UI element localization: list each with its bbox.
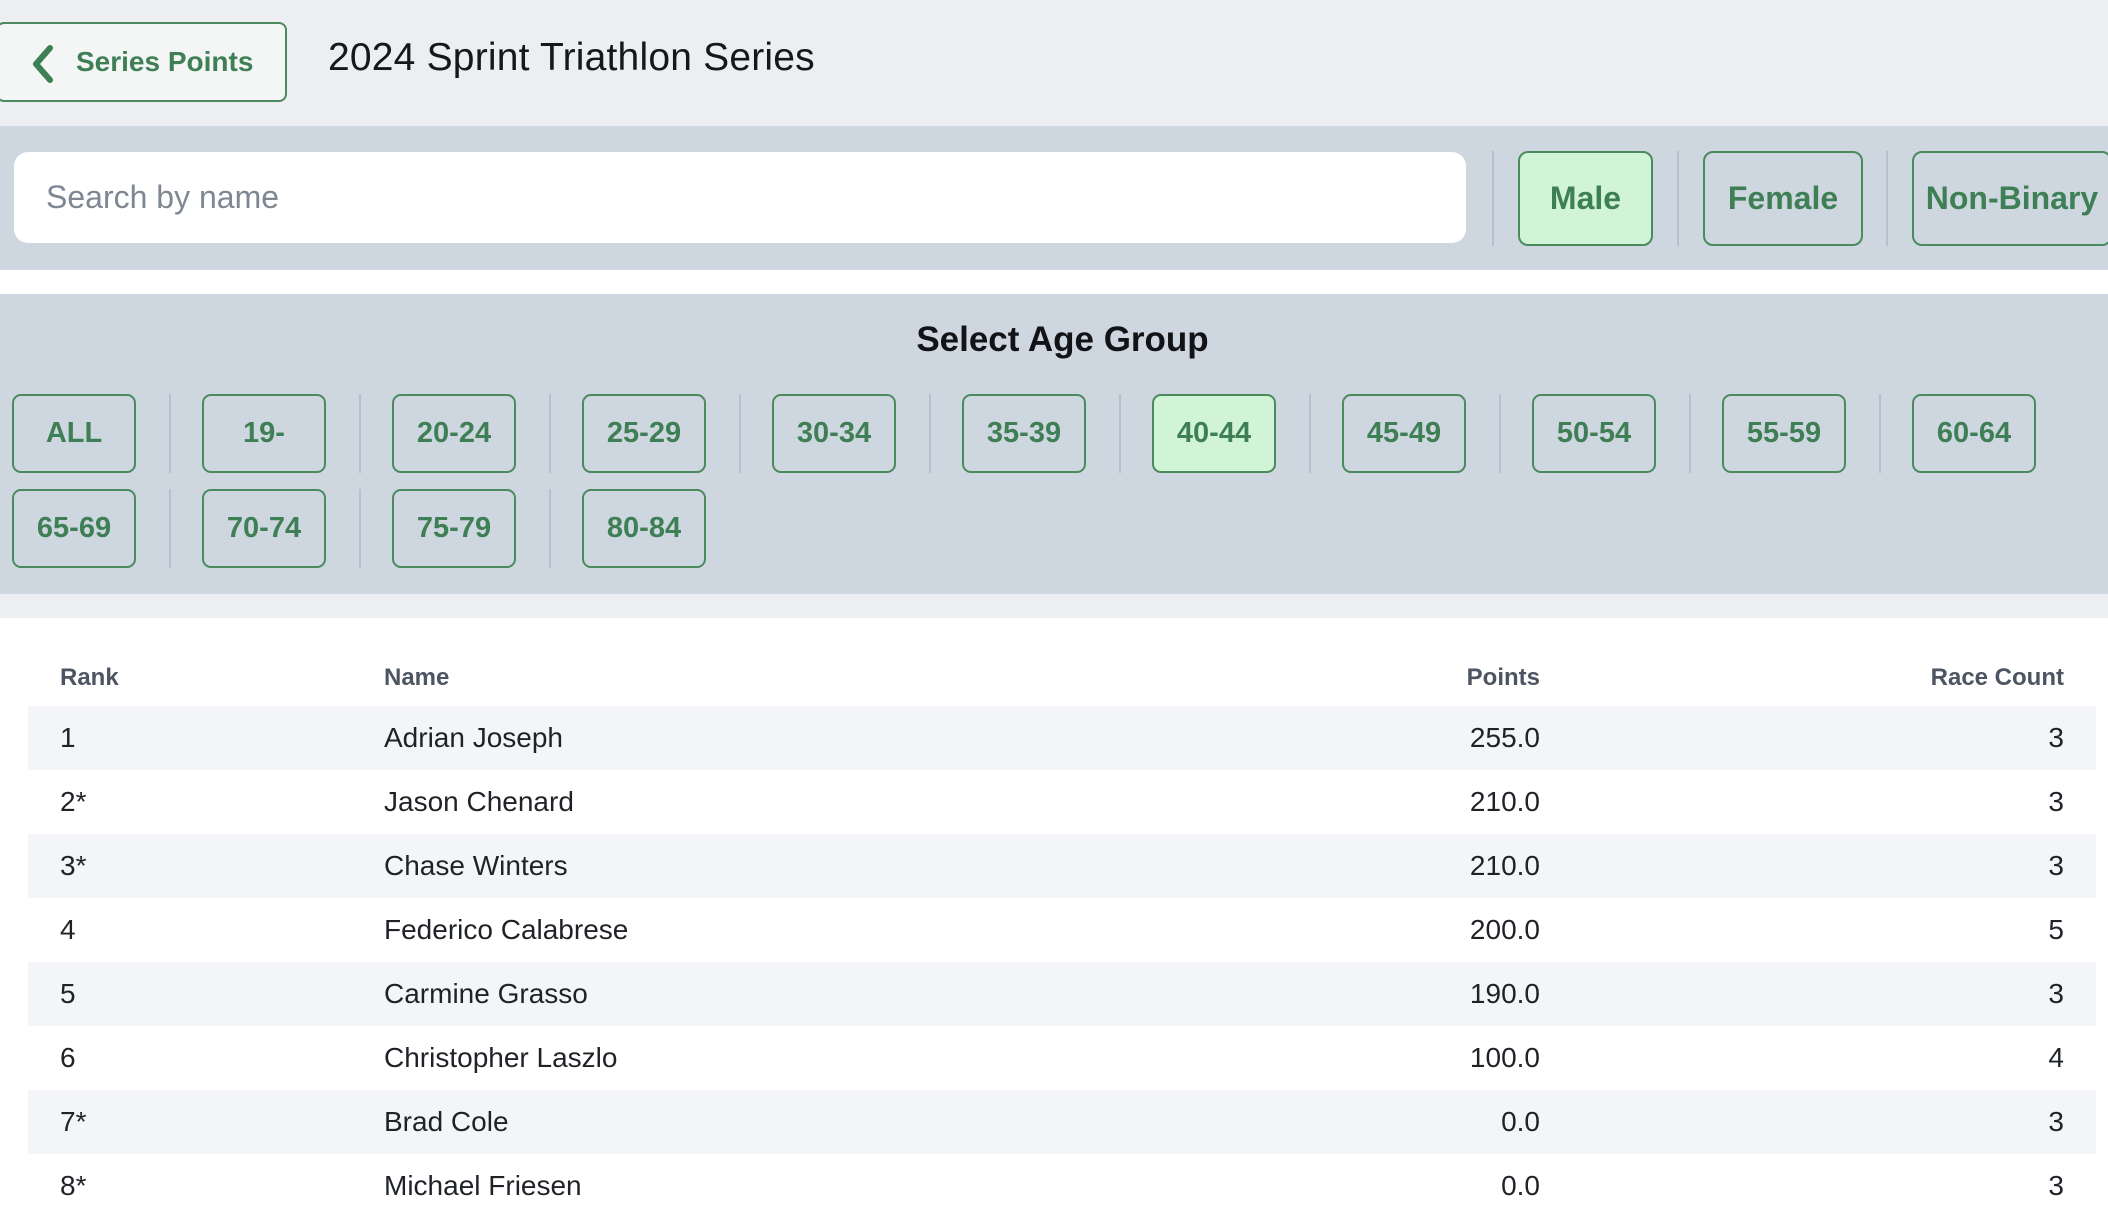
rank-cell: 2* xyxy=(60,786,87,817)
age-group-button[interactable]: 75-79 xyxy=(392,489,516,568)
divider xyxy=(1309,394,1311,473)
divider xyxy=(1886,151,1888,246)
gender-filter-non-binary[interactable]: Non-Binary xyxy=(1912,151,2108,246)
age-group-button[interactable]: ALL xyxy=(12,394,136,473)
table-row[interactable]: 4 Federico Calabrese 200.0 5 xyxy=(28,898,2096,962)
age-group-button[interactable]: 20-24 xyxy=(392,394,516,473)
gender-filter-female[interactable]: Female xyxy=(1703,151,1863,246)
divider xyxy=(1499,394,1501,473)
name-cell: Federico Calabrese xyxy=(384,914,629,945)
standings-table: Rank Name Points Race Count 1 Adrian Jose… xyxy=(28,650,2096,1216)
column-header-rank: Rank xyxy=(60,664,119,691)
points-cell: 200.0 xyxy=(1469,914,1540,945)
points-cell: 255.0 xyxy=(1469,722,1540,753)
race-count-cell: 3 xyxy=(2048,1170,2064,1201)
gender-filter-male[interactable]: Male xyxy=(1518,151,1653,246)
age-group-button[interactable]: 25-29 xyxy=(582,394,706,473)
table-row[interactable]: 2* Jason Chenard 210.0 3 xyxy=(28,770,2096,834)
filter-bar: Male Female Non-Binary xyxy=(0,126,2108,270)
age-group-button[interactable]: 35-39 xyxy=(962,394,1086,473)
table-header: Rank Name Points Race Count xyxy=(28,650,2096,706)
points-cell: 0.0 xyxy=(1501,1106,1540,1137)
table-row[interactable]: 5 Carmine Grasso 190.0 3 xyxy=(28,962,2096,1026)
name-cell: Brad Cole xyxy=(384,1106,509,1137)
age-group-button[interactable]: 60-64 xyxy=(1912,394,2036,473)
age-group-button[interactable]: 50-54 xyxy=(1532,394,1656,473)
table-row[interactable]: 8* Michael Friesen 0.0 3 xyxy=(28,1154,2096,1216)
divider xyxy=(359,489,361,568)
divider xyxy=(1677,151,1679,246)
points-cell: 190.0 xyxy=(1469,978,1540,1009)
rank-cell: 3* xyxy=(60,850,87,881)
race-count-cell: 3 xyxy=(2048,850,2064,881)
age-group-button[interactable]: 19- xyxy=(202,394,326,473)
divider xyxy=(549,394,551,473)
header-bar: Series Points 2024 Sprint Triathlon Seri… xyxy=(0,0,2108,126)
divider xyxy=(169,489,171,568)
age-group-heading: Select Age Group xyxy=(916,320,1209,359)
age-group-button[interactable]: 40-44 xyxy=(1152,394,1276,473)
name-cell: Chase Winters xyxy=(384,850,568,881)
divider xyxy=(929,394,931,473)
rank-cell: 8* xyxy=(60,1170,87,1201)
points-cell: 210.0 xyxy=(1469,786,1540,817)
age-group-button[interactable]: 45-49 xyxy=(1342,394,1466,473)
age-group-button[interactable]: 55-59 xyxy=(1722,394,1846,473)
divider xyxy=(1492,151,1494,246)
name-cell: Adrian Joseph xyxy=(384,722,564,753)
divider xyxy=(169,394,171,473)
divider xyxy=(1689,394,1691,473)
chevron-left-icon xyxy=(33,45,53,83)
age-group-section: Select Age Group ALL 19- 20-24 25-29 30-34 35… xyxy=(0,294,2108,594)
race-count-cell: 3 xyxy=(2048,722,2064,753)
column-header-race-count: Race Count xyxy=(1930,664,2064,691)
points-cell: 100.0 xyxy=(1469,1042,1540,1073)
divider xyxy=(549,489,551,568)
name-cell: Carmine Grasso xyxy=(384,978,588,1009)
divider xyxy=(1879,394,1881,473)
table-row[interactable]: 1 Adrian Joseph 255.0 3 xyxy=(28,706,2096,770)
table-row[interactable]: 3* Chase Winters 210.0 3 xyxy=(28,834,2096,898)
name-cell: Christopher Laszlo xyxy=(384,1042,618,1073)
divider xyxy=(739,394,741,473)
name-cell: Michael Friesen xyxy=(384,1170,582,1201)
race-count-cell: 4 xyxy=(2048,1042,2064,1073)
points-cell: 210.0 xyxy=(1469,850,1540,881)
rank-cell: 7* xyxy=(60,1106,87,1137)
column-header-name: Name xyxy=(384,664,450,691)
age-group-button[interactable]: 65-69 xyxy=(12,489,136,568)
back-button[interactable]: Series Points xyxy=(0,22,287,102)
table-row[interactable]: 7* Brad Cole 0.0 3 xyxy=(28,1090,2096,1154)
rank-cell: 1 xyxy=(60,722,76,753)
back-button-label: Series Points xyxy=(76,46,254,77)
race-count-cell: 3 xyxy=(2048,786,2064,817)
points-cell: 0.0 xyxy=(1501,1170,1540,1201)
search-input[interactable] xyxy=(14,152,1466,243)
age-group-button[interactable]: 80-84 xyxy=(582,489,706,568)
rank-cell: 4 xyxy=(60,914,76,945)
age-group-button[interactable]: 70-74 xyxy=(202,489,326,568)
page-title: 2024 Sprint Triathlon Series xyxy=(328,36,815,79)
age-group-button[interactable]: 30-34 xyxy=(772,394,896,473)
race-count-cell: 3 xyxy=(2048,1106,2064,1137)
section-divider xyxy=(0,594,2108,618)
race-count-cell: 3 xyxy=(2048,978,2064,1009)
rank-cell: 5 xyxy=(60,978,76,1009)
name-cell: Jason Chenard xyxy=(384,786,574,817)
column-header-points: Points xyxy=(1466,664,1540,691)
table-body: 1 Adrian Joseph 255.0 3 2* Jason Chenard 210.0… xyxy=(28,706,2096,1216)
divider xyxy=(359,394,361,473)
race-count-cell: 5 xyxy=(2048,914,2064,945)
table-row[interactable]: 6 Christopher Laszlo 100.0 4 xyxy=(28,1026,2096,1090)
rank-cell: 6 xyxy=(60,1042,76,1073)
divider xyxy=(1119,394,1121,473)
